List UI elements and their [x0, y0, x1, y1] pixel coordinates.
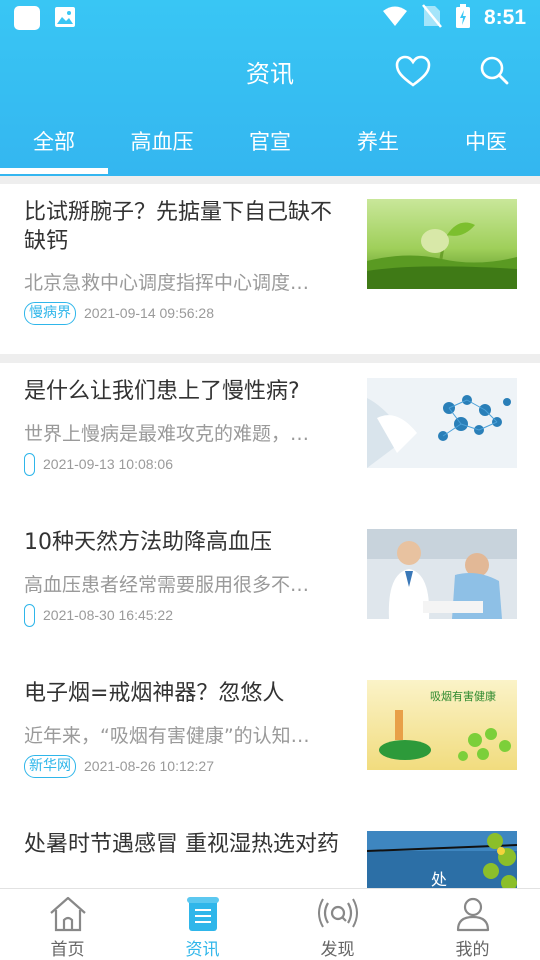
article-summary: 世界上慢病是最难攻克的难题，… [24, 423, 310, 445]
search-icon [480, 56, 509, 85]
thumbnail-caption: 处 [431, 870, 447, 889]
article-title: 处暑时节遇感冒 重视湿热选对药 [24, 832, 339, 857]
article-summary: 近年来，“吸烟有害健康”的认知… [24, 725, 310, 747]
bottom-navigation: 首页 资讯 发现 我的 [0, 888, 540, 960]
article-card[interactable]: 是什么让我们患上了慢性病? 世界上慢病是最难攻克的难题，… 2021-09-13… [0, 363, 540, 533]
article-meta: 2021-09-13 10:08:06 [24, 452, 173, 476]
battery-icon [455, 4, 470, 32]
status-bar: 8:51 [0, 0, 540, 36]
wifi-icon [382, 5, 408, 31]
source-badge [24, 452, 35, 476]
nav-home[interactable]: 首页 [0, 889, 135, 960]
article-meta: 2021-08-30 16:45:22 [24, 603, 173, 627]
category-tabs: 全部 高血压 官宣 养生 中医 [0, 118, 540, 176]
nav-discover-label: 发现 [320, 940, 355, 960]
nav-home-label: 首页 [50, 940, 85, 960]
article-title: 10种天然方法助降高血压 [24, 530, 272, 555]
app-header: 8:51 资讯 全部 高血压 官宣 养生 中医 [0, 0, 540, 176]
article-title: 是什么让我们患上了慢性病? [24, 379, 300, 404]
article-meta: 慢病界 2021-09-14 09:56:28 [24, 301, 214, 325]
home-icon [50, 896, 86, 932]
nav-profile-label: 我的 [455, 940, 490, 960]
nav-profile[interactable]: 我的 [405, 889, 540, 960]
profile-icon [456, 897, 490, 932]
page-title: 资讯 [246, 60, 294, 88]
no-sim-icon [422, 4, 442, 32]
favorite-button[interactable] [394, 54, 432, 88]
status-time: 8:51 [483, 6, 526, 29]
source-badge: 慢病界 [24, 301, 76, 325]
article-title: 比试掰腕子？先掂量下自己缺不缺钙 [24, 200, 333, 254]
article-date: 2021-08-30 16:45:22 [43, 607, 173, 623]
nav-news-label: 资讯 [185, 940, 220, 960]
tab-tcm[interactable]: 中医 [432, 126, 540, 156]
article-meta: 新华网 2021-08-26 10:12:27 [24, 754, 214, 778]
article-date: 2021-08-26 10:12:27 [84, 758, 214, 774]
tab-wellness[interactable]: 养生 [324, 126, 432, 156]
image-notification-icon [54, 6, 76, 28]
article-title: 电子烟=戒烟神器？忽悠人 [24, 681, 285, 706]
article-card[interactable]: 电子烟=戒烟神器？忽悠人 近年来，“吸烟有害健康”的认知… 新华网 2021-0… [0, 665, 540, 835]
article-thumbnail [367, 378, 517, 468]
article-summary: 高血压患者经常需要服用很多不… [24, 574, 310, 596]
heart-icon [395, 55, 431, 87]
nav-discover[interactable]: 发现 [270, 889, 405, 960]
title-bar: 资讯 [0, 44, 540, 98]
article-card[interactable]: 比试掰腕子？先掂量下自己缺不缺钙 北京急救中心调度指挥中心调度… 慢病界 202… [0, 184, 540, 354]
notification-icon [14, 6, 40, 30]
article-date: 2021-09-13 10:08:06 [43, 456, 173, 472]
search-button[interactable] [478, 54, 512, 88]
article-thumbnail: 吸烟有害健康 [367, 680, 517, 770]
news-icon [187, 897, 219, 931]
article-summary: 北京急救中心调度指挥中心调度… [24, 272, 310, 294]
article-card[interactable]: 10种天然方法助降高血压 高血压患者经常需要服用很多不… 2021-08-30 … [0, 514, 540, 684]
source-badge: 新华网 [24, 754, 76, 778]
article-thumbnail [367, 199, 517, 289]
thumbnail-caption: 吸烟有害健康 [430, 689, 496, 703]
article-date: 2021-09-14 09:56:28 [84, 305, 214, 321]
tab-official[interactable]: 官宣 [216, 126, 324, 156]
source-badge [24, 603, 35, 627]
tab-hypertension[interactable]: 高血压 [108, 126, 216, 156]
article-thumbnail [367, 529, 517, 619]
discover-icon [318, 898, 358, 928]
tab-all[interactable]: 全部 [0, 126, 108, 174]
nav-news[interactable]: 资讯 [135, 889, 270, 960]
